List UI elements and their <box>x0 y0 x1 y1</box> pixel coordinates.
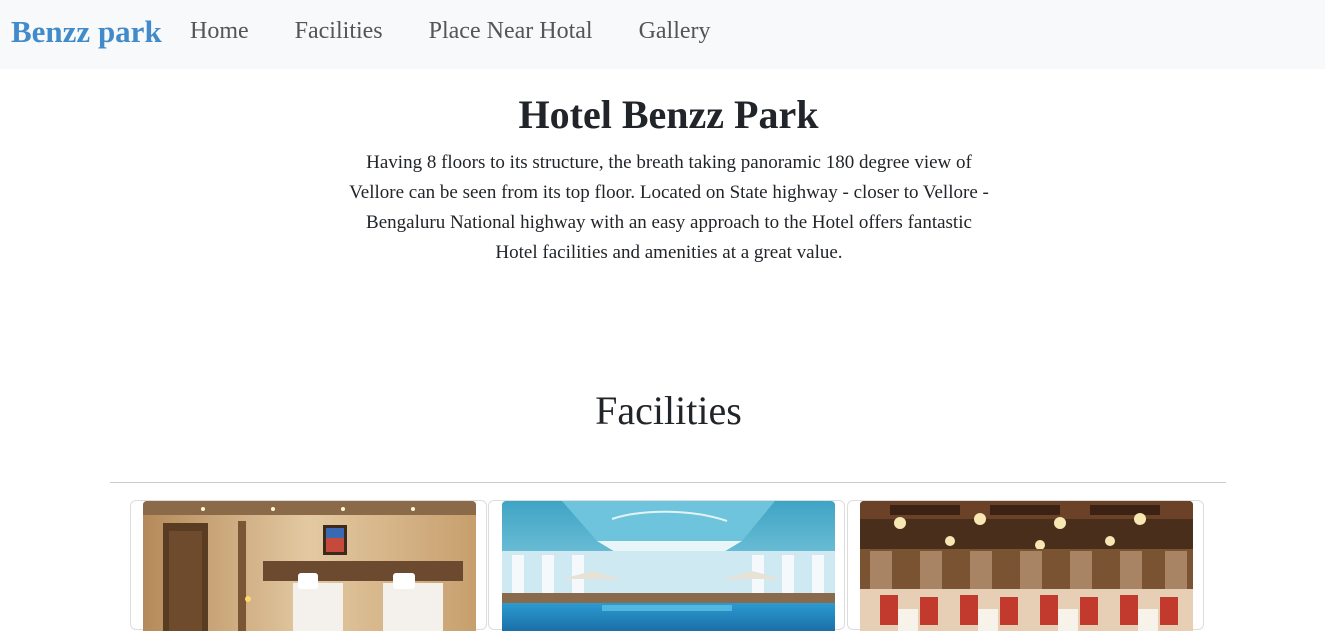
brand-logo[interactable]: Benzz park <box>11 13 162 50</box>
nav-link-gallery[interactable]: Gallery <box>639 17 711 46</box>
section-divider <box>110 482 1226 483</box>
swimming-pool-photo <box>502 501 835 631</box>
nav-link-place-near-hotel[interactable]: Place Near Hotal <box>429 17 593 46</box>
nav-link-home[interactable]: Home <box>190 17 249 46</box>
page-title: Hotel Benzz Park <box>518 92 819 137</box>
nav-links: Home Facilities Place Near Hotal Gallery <box>190 17 711 46</box>
hotel-room-photo <box>143 501 476 631</box>
banquet-hall-photo <box>860 501 1193 631</box>
nav-link-facilities[interactable]: Facilities <box>295 17 383 46</box>
facilities-heading: Facilities <box>595 388 742 433</box>
facility-card-banquet[interactable] <box>847 500 1204 631</box>
hotel-description: Having 8 floors to its structure, the br… <box>349 152 989 263</box>
navbar: Benzz park Home Facilities Place Near Ho… <box>0 0 1325 69</box>
facility-card-room[interactable] <box>130 500 487 631</box>
facility-card-pool[interactable] <box>488 500 845 631</box>
